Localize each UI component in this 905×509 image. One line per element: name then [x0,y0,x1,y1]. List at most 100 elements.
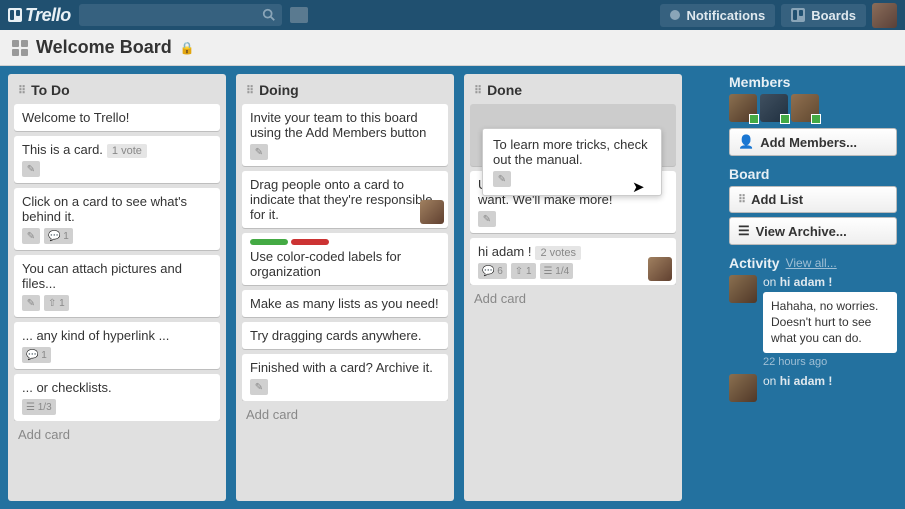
list: ⠿ To Do Welcome to Trello! This is a card. 1… [8,74,226,501]
label[interactable] [250,239,288,245]
list-header[interactable]: ⠿ Done [470,80,676,104]
activity-comment: Hahaha, no worries. Doesn't hurt to see … [763,292,897,353]
card-text: Invite your team to this board using the… [250,110,426,140]
user-avatar[interactable] [872,3,897,28]
edit-icon[interactable]: ✎ [250,379,268,395]
card-member-avatar[interactable] [648,257,672,281]
attach-icon[interactable]: ⇧ 1 [44,295,69,311]
board-header: Welcome Board 🔒 [0,30,905,66]
cards-container: Welcome to Trello! This is a card. 1 vote ✎… [14,104,220,421]
notifications-button[interactable]: Notifications [660,4,775,27]
member-avatar[interactable] [729,94,757,122]
card[interactable]: Make as many lists as you need! [242,290,448,317]
card-badges: 💬 6⇧ 1☰ 1/4 [478,263,668,279]
checklist-icon[interactable]: ☰ 1/3 [22,399,56,415]
edit-icon[interactable]: ✎ [22,161,40,177]
edit-icon[interactable]: ✎ [22,295,40,311]
card-text: ... or checklists. [22,380,112,395]
checklist-icon[interactable]: ☰ 1/4 [540,263,574,279]
grip-icon: ⠿ [738,193,745,206]
card-text: hi adam ! [478,244,531,259]
notifications-label: Notifications [686,8,765,23]
attach-icon[interactable]: ⇧ 1 [511,263,536,279]
comment-icon[interactable]: 💬 1 [22,347,51,363]
activity-body: on hi adam ! Hahaha, no worries. Doesn't … [763,275,897,368]
search-icon[interactable] [262,8,276,22]
board-body: ⠿ To Do Welcome to Trello! This is a card. 1… [0,66,905,509]
list-header[interactable]: ⠿ Doing [242,80,448,104]
list-header[interactable]: ⠿ To Do [14,80,220,104]
card[interactable]: Invite your team to this board using the… [242,104,448,166]
logo[interactable]: Trello [8,5,71,26]
member-avatar[interactable] [760,94,788,122]
add-members-label: Add Members... [760,135,857,150]
label[interactable] [291,239,329,245]
vote-badge: 1 vote [107,144,147,158]
view-all-link[interactable]: View all... [786,256,837,270]
card[interactable]: Drag people onto a card to indicate that… [242,171,448,228]
card-badges: ☰ 1/3 [22,399,212,415]
activity-body: on hi adam ! [763,374,897,402]
grip-icon[interactable]: ⠿ [474,84,481,97]
search-input[interactable] [85,8,262,23]
card-text: Welcome to Trello! [22,110,129,125]
top-right: Notifications Boards [660,3,897,28]
add-card-button[interactable]: Add card [242,401,448,424]
view-archive-button[interactable]: ☰ View Archive... [729,217,897,245]
comment-icon[interactable]: 💬 1 [44,228,73,244]
card[interactable]: ... any kind of hyperlink ...💬 1 [14,322,220,369]
card[interactable]: Click on a card to see what's behind it.… [14,188,220,250]
edit-icon[interactable]: ✎ [22,228,40,244]
search-box[interactable] [79,4,282,26]
add-list-label: Add List [751,192,803,207]
edit-icon[interactable]: ✎ [493,171,511,187]
board-icon [12,40,28,56]
card[interactable]: Use color-coded labels for organization [242,233,448,285]
card[interactable]: hi adam !2 votes💬 6⇧ 1☰ 1/4 [470,238,676,285]
list-title: Doing [259,82,299,98]
list-title: To Do [31,82,70,98]
lock-icon[interactable]: 🔒 [180,41,195,55]
add-list-button[interactable]: ⠿ Add List [729,186,897,213]
grip-icon[interactable]: ⠿ [18,84,25,97]
grip-icon[interactable]: ⠿ [246,84,253,97]
activity-time: 22 hours ago [763,356,897,368]
card-badges: ✎⇧ 1 [22,295,212,311]
card[interactable]: Finished with a card? Archive it. ✎ [242,354,448,401]
list-title: Done [487,82,522,98]
logo-text: Trello [25,5,71,26]
member-avatar[interactable] [791,94,819,122]
activity-item: on hi adam ! [729,374,897,402]
card-text: Drag people onto a card to indicate that… [250,177,432,222]
cursor-icon: ➤ [632,178,645,196]
card-text: Finished with a card? Archive it. [250,360,433,375]
card[interactable]: You can attach pictures and files...✎⇧ 1 [14,255,220,317]
add-card-button[interactable]: Add card [14,421,220,444]
add-members-button[interactable]: 👤 Add Members... [729,128,897,156]
card-labels [250,239,440,245]
trello-logo-icon [8,8,22,22]
card-badges: ✎ [250,144,440,160]
activity-avatar[interactable] [729,275,757,303]
card[interactable]: ... or checklists. ☰ 1/3 [14,374,220,421]
card[interactable]: Welcome to Trello! [14,104,220,131]
activity-item: on hi adam ! Hahaha, no worries. Doesn't … [729,275,897,368]
add-card-button[interactable]: Add card [470,285,676,308]
boards-label: Boards [811,8,856,23]
card-member-avatar[interactable] [420,200,444,224]
boards-button[interactable]: Boards [781,4,866,27]
card-text: Try dragging cards anywhere. [250,328,422,343]
card[interactable]: This is a card. 1 vote ✎ [14,136,220,183]
activity-avatar[interactable] [729,374,757,402]
card[interactable]: Try dragging cards anywhere. [242,322,448,349]
guide-icon[interactable] [290,7,308,23]
edit-icon[interactable]: ✎ [478,211,496,227]
card-text: This is a card. [22,142,103,157]
card-text: Click on a card to see what's behind it. [22,194,187,224]
board-title: Welcome Board [36,37,172,58]
edit-icon[interactable]: ✎ [250,144,268,160]
activity-ref: on hi adam ! [763,275,897,289]
boards-icon [791,8,805,22]
comment-icon[interactable]: 💬 6 [478,263,507,279]
archive-icon: ☰ [738,223,750,239]
